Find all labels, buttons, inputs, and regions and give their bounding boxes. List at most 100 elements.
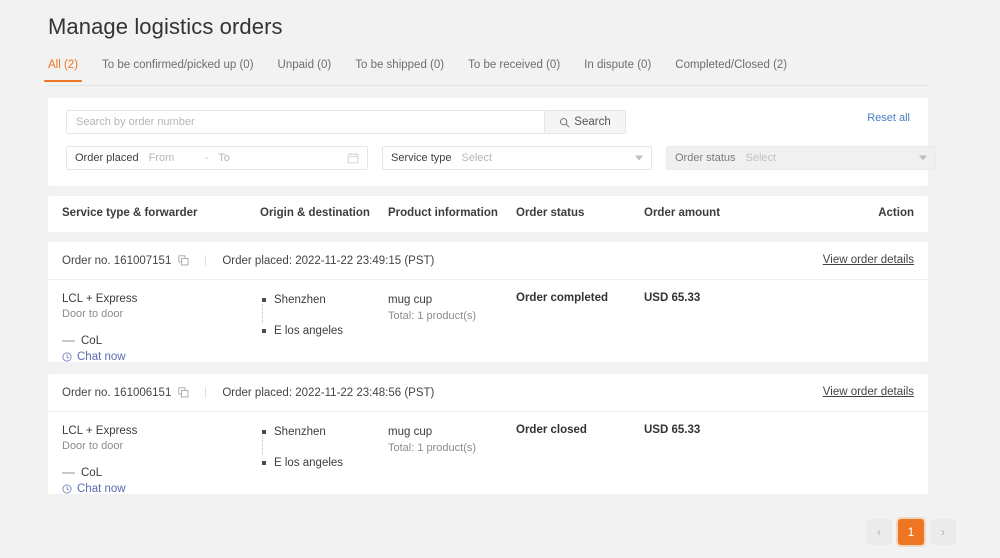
chat-now-link[interactable]: Chat now — [62, 351, 252, 363]
tab-to-be-confirmed[interactable]: To be confirmed/picked up (0) — [102, 58, 254, 81]
tab-all[interactable]: All (2) — [48, 58, 78, 81]
search-button-label: Search — [574, 116, 610, 128]
service-mode-value: Door to door — [62, 439, 252, 454]
forwarder-name: CoL — [81, 335, 102, 347]
order-status-cell: Order completed — [516, 292, 636, 304]
product-total: Total: 1 product(s) — [388, 308, 508, 324]
chat-icon — [62, 352, 72, 362]
order-status-select[interactable]: Order status Select — [666, 146, 936, 170]
date-to-input[interactable]: To — [218, 152, 278, 164]
order-status-label: Order status — [675, 152, 736, 164]
column-header-status: Order status — [516, 207, 584, 219]
search-input[interactable] — [66, 110, 544, 134]
tab-to-be-shipped[interactable]: To be shipped (0) — [355, 58, 444, 81]
service-type-value: LCL + Express — [62, 292, 252, 307]
order-amount-cell: USD 65.33 — [644, 424, 784, 436]
order-product-cell: mug cup Total: 1 product(s) — [388, 292, 508, 324]
service-type-select[interactable]: Service type Select — [382, 146, 652, 170]
calendar-icon[interactable] — [347, 152, 359, 164]
search-button[interactable]: Search — [544, 110, 626, 134]
service-mode-value: Door to door — [62, 307, 252, 322]
order-amount: USD 65.33 — [644, 424, 784, 436]
view-order-details-link[interactable]: View order details — [823, 386, 914, 398]
route-connector — [262, 304, 263, 323]
order-service-cell: LCL + Express Door to door CoL Chat now — [62, 424, 252, 495]
search-icon — [559, 117, 570, 128]
search-row: Search — [66, 110, 626, 134]
route-destination: E los angeles — [274, 455, 380, 471]
chat-now-label: Chat now — [77, 351, 126, 363]
order-card: Order no. 161006151 Order placed: 2022-1… — [48, 374, 928, 494]
order-service-cell: LCL + Express Door to door CoL Chat now — [62, 292, 252, 363]
page-title: Manage logistics orders — [48, 14, 283, 40]
order-amount-cell: USD 65.33 — [644, 292, 784, 304]
pagination-page-1[interactable]: 1 — [898, 519, 924, 545]
forwarder: CoL — [62, 467, 252, 479]
service-type-label: Service type — [391, 152, 452, 164]
view-order-details-link[interactable]: View order details — [823, 254, 914, 266]
service-type-value: LCL + Express — [62, 424, 252, 439]
order-product-cell: mug cup Total: 1 product(s) — [388, 424, 508, 456]
column-header-service: Service type & forwarder — [62, 207, 198, 219]
date-from-input[interactable]: From — [149, 152, 201, 164]
order-amount: USD 65.33 — [644, 292, 784, 304]
column-header-amount: Order amount — [644, 207, 720, 219]
order-card-body: LCL + Express Door to door CoL Chat now — [48, 280, 928, 362]
copy-icon[interactable] — [178, 255, 189, 266]
pagination-next-button[interactable]: › — [930, 519, 956, 545]
status-badge: Order completed — [516, 292, 636, 304]
order-route-cell: Shenzhen E los angeles — [260, 292, 380, 339]
chat-icon — [62, 484, 72, 494]
filter-panel: Search Reset all Order placed From - To — [48, 98, 928, 186]
order-card: Order no. 161007151 Order placed: 2022-1… — [48, 242, 928, 362]
route: Shenzhen E los angeles — [260, 424, 380, 471]
tab-in-dispute[interactable]: In dispute (0) — [584, 58, 651, 81]
route: Shenzhen E los angeles — [260, 292, 380, 339]
chat-now-label: Chat now — [77, 483, 126, 495]
tab-to-be-received[interactable]: To be received (0) — [468, 58, 560, 81]
pagination-prev-button[interactable]: ‹ — [866, 519, 892, 545]
divider — [205, 255, 206, 266]
order-number: Order no. 161006151 — [62, 387, 171, 399]
pagination: ‹ 1 › — [866, 519, 956, 545]
order-placed-time: Order placed: 2022-11-22 23:49:15 (PST) — [222, 255, 434, 267]
order-card-body: LCL + Express Door to door CoL Chat now — [48, 412, 928, 494]
forwarder-logo-icon — [62, 472, 75, 474]
filters-row: Order placed From - To Service type Sele… — [66, 146, 936, 170]
product-name: mug cup — [388, 292, 508, 308]
column-header-action: Action — [878, 207, 914, 219]
orders-table-header: Service type & forwarder Origin & destin… — [48, 196, 928, 232]
reset-all-link[interactable]: Reset all — [867, 112, 910, 124]
order-route-cell: Shenzhen E los angeles — [260, 424, 380, 471]
date-range-separator: - — [205, 152, 209, 164]
divider — [205, 387, 206, 398]
forwarder-logo-icon — [62, 340, 75, 342]
status-badge: Order closed — [516, 424, 636, 436]
order-placed-time: Order placed: 2022-11-22 23:48:56 (PST) — [222, 387, 434, 399]
order-status-tabs: All (2) To be confirmed/picked up (0) Un… — [48, 58, 928, 86]
chevron-down-icon — [635, 156, 643, 161]
column-header-origin: Origin & destination — [260, 207, 370, 219]
product-name: mug cup — [388, 424, 508, 440]
route-origin: Shenzhen — [274, 292, 380, 308]
chat-now-link[interactable]: Chat now — [62, 483, 252, 495]
forwarder-name: CoL — [81, 467, 102, 479]
service-type-value: Select — [462, 152, 493, 164]
order-card-header: Order no. 161007151 Order placed: 2022-1… — [48, 242, 928, 280]
order-placed-label: Order placed — [75, 152, 139, 164]
route-destination: E los angeles — [274, 323, 380, 339]
order-number: Order no. 161007151 — [62, 255, 171, 267]
copy-icon[interactable] — [178, 387, 189, 398]
tab-unpaid[interactable]: Unpaid (0) — [278, 58, 332, 81]
forwarder: CoL — [62, 335, 252, 347]
route-origin: Shenzhen — [274, 424, 380, 440]
order-status-cell: Order closed — [516, 424, 636, 436]
order-card-header: Order no. 161006151 Order placed: 2022-1… — [48, 374, 928, 412]
chevron-down-icon — [919, 156, 927, 161]
tab-completed-closed[interactable]: Completed/Closed (2) — [675, 58, 787, 81]
order-placed-daterange[interactable]: Order placed From - To — [66, 146, 368, 170]
column-header-product: Product information — [388, 207, 498, 219]
route-connector — [262, 436, 263, 455]
product-total: Total: 1 product(s) — [388, 440, 508, 456]
order-status-value: Select — [746, 152, 777, 164]
